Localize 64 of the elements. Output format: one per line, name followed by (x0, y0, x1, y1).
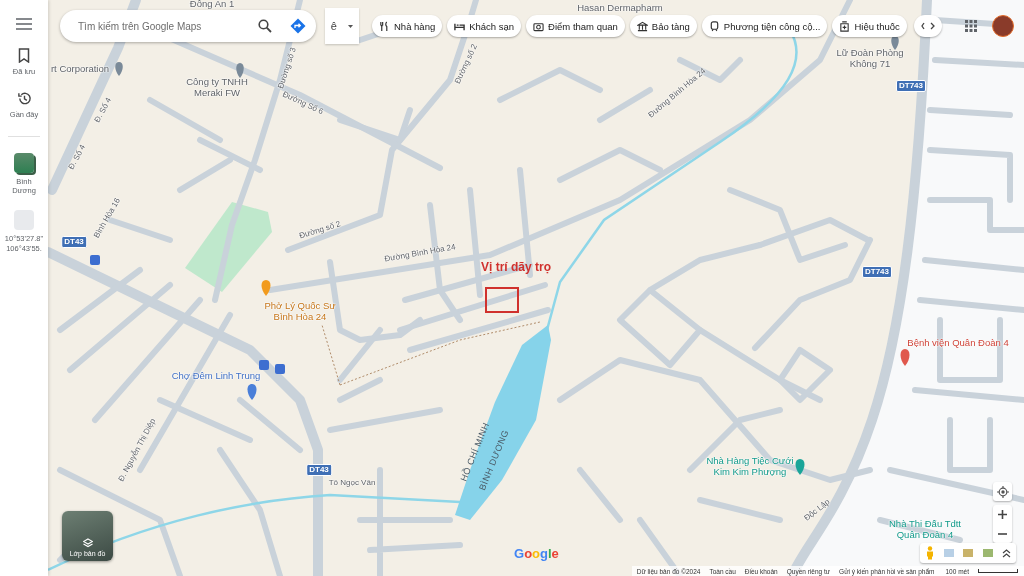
history-icon (16, 90, 32, 106)
place-label: Chợ Đêm Linh Trung (171, 370, 261, 382)
category-chip[interactable]: Hiệu thuốc (832, 15, 907, 37)
layers-icon (82, 538, 93, 548)
caret-icon (348, 24, 354, 28)
road-shield: DT43 (61, 236, 87, 248)
my-location-button[interactable] (993, 482, 1012, 501)
annotation-label: Vị trí dãy trọ (481, 260, 551, 274)
fork-knife-icon (379, 20, 390, 32)
imagery-thumbnail[interactable] (944, 549, 955, 557)
place-label: Đông An 1 (189, 0, 235, 10)
road-shield: DT43 (306, 464, 332, 476)
plus-icon (998, 510, 1007, 519)
venue-pin-icon (795, 459, 805, 475)
minus-icon (998, 532, 1007, 535)
shopping-pin-icon (247, 384, 257, 400)
search-icon[interactable] (258, 19, 272, 33)
map-pin-icon (115, 62, 123, 76)
road-shield: DT743 (896, 80, 926, 92)
imagery-thumbnail[interactable] (982, 549, 993, 557)
search-bar[interactable]: Tìm kiếm trên Google Maps (60, 10, 316, 42)
apps-grid-icon[interactable] (965, 20, 977, 32)
category-chip[interactable]: Điểm tham quan (526, 15, 625, 37)
place-label: Công ty TNHH Meraki FW (186, 77, 248, 99)
search-field[interactable]: Tìm kiếm trên Google Maps (76, 19, 240, 33)
place-label: Nhà Hàng Tiệc Cưới Kim Kim Phượng (706, 456, 794, 478)
bookmark-icon (18, 48, 30, 63)
category-chip[interactable]: Bảo tàng (629, 15, 697, 37)
street-label: Độc Lập (802, 497, 832, 523)
category-chip[interactable]: Nhà hàng (372, 15, 443, 37)
category-chip[interactable]: Khách sạn (447, 15, 522, 37)
hospital-pin-icon (900, 349, 910, 366)
location-target-icon (996, 485, 1009, 498)
google-logo: Google (514, 546, 559, 561)
place-label: Bệnh viện Quân Đoàn 4 (907, 337, 1009, 349)
place-label: Hasan Dermapharm (577, 2, 663, 14)
street-label: Tô Ngọc Vân (328, 478, 376, 488)
street-label: Đường số 2 (298, 219, 342, 241)
menu-icon (16, 18, 32, 30)
directions-icon[interactable] (290, 18, 306, 34)
input-tools-button[interactable]: ê (325, 8, 359, 44)
train-icon (708, 20, 720, 32)
place-label: Phở Lý Quốc Sư Bình Hòa 24 (264, 301, 336, 323)
expand-chevron-icon[interactable] (1002, 548, 1012, 558)
street-label: Đ. Số 4 (92, 96, 114, 124)
pharmacy-icon (839, 20, 851, 32)
imagery-thumbnail[interactable] (963, 549, 974, 557)
restaurant-pin-icon (261, 280, 271, 296)
marked-area-frame (485, 287, 519, 313)
place-thumbnail (14, 152, 34, 173)
place-label: Nhà Thi Đấu Tdtt Quân Đoàn 4 (889, 519, 961, 541)
chevron-icon (920, 22, 935, 30)
scale-bar (978, 569, 1018, 573)
street-label: Đ. Số 4 (66, 143, 88, 171)
place-label: Lữ Đoàn Phòng Không 71 (836, 48, 904, 70)
street-label: Đường Bình Hòa 24 (383, 242, 457, 264)
bus-stop-icon (90, 255, 100, 265)
camera-icon (533, 20, 545, 32)
place-label: rt Corporation (50, 63, 110, 75)
category-chip[interactable]: Phương tiện công cộ... (701, 15, 828, 37)
road-shield: DT743 (862, 266, 892, 278)
map-pin-icon (891, 36, 899, 50)
map-pin-icon (236, 63, 244, 78)
museum-icon (636, 20, 648, 32)
